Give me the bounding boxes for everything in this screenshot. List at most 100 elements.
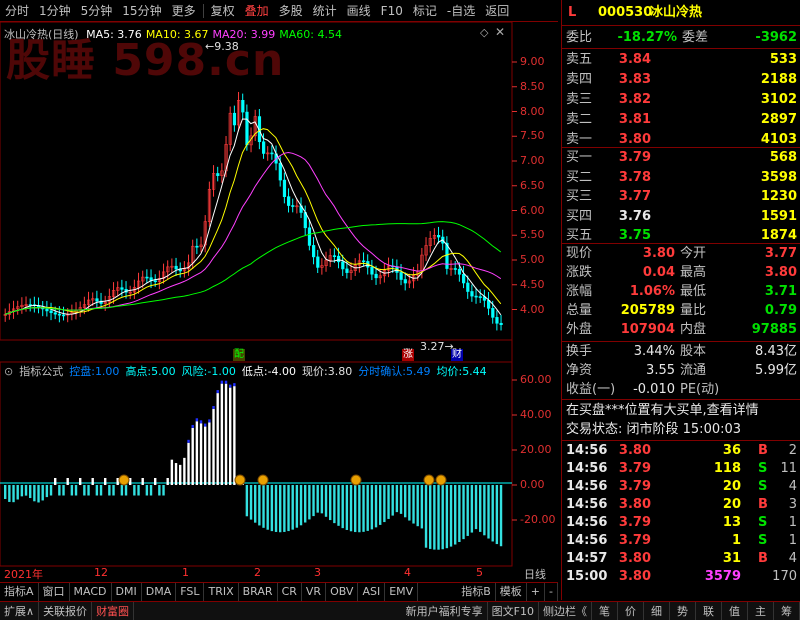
indicator-bar	[408, 485, 411, 521]
indicator-tab[interactable]: -	[545, 582, 558, 601]
toolbar-item[interactable]: F10	[376, 0, 408, 22]
indicator-bar	[266, 485, 269, 530]
tick-side: S	[758, 515, 768, 530]
status-right-item[interactable]: 值	[722, 601, 748, 620]
toolbar-item[interactable]: 分时	[0, 0, 34, 22]
quote-cell: -0.010	[633, 382, 675, 397]
toolbar-item[interactable]: 返回	[480, 0, 514, 22]
status-right-item[interactable]: 筹	[774, 601, 800, 620]
indicator-cap	[220, 380, 224, 384]
quote-cell: 8.43亿	[755, 344, 797, 359]
quote-cell: 3.80	[642, 246, 675, 261]
toolbar-item[interactable]: 统计	[308, 0, 342, 22]
status-right-item[interactable]: 联	[696, 601, 722, 620]
price-tick-label: 8.00	[520, 104, 545, 118]
indicator-tab[interactable]: FSL	[176, 582, 205, 601]
period-label[interactable]: 日线	[524, 566, 546, 582]
event-marker[interactable]: 财	[451, 349, 463, 361]
status-right-item[interactable]: 势	[670, 601, 696, 620]
quote-cell: 205789	[620, 303, 675, 318]
status-left-item[interactable]: 扩展∧	[0, 601, 40, 620]
status-right-item[interactable]: 笔	[592, 601, 618, 620]
quote-cell: 107904	[620, 322, 675, 337]
candle-body	[470, 291, 474, 297]
indicator-value: 分时确认:5.49	[358, 363, 430, 379]
indicator-tab[interactable]: TRIX	[204, 582, 239, 601]
indicator-tab[interactable]: 模板	[496, 582, 527, 601]
indicator-bar	[95, 485, 99, 496]
indicator-tab[interactable]: CR	[278, 582, 302, 601]
big-order-notice[interactable]: 在买盘***位置有大买单,查看详情	[566, 402, 759, 420]
date-label: 2021年	[4, 568, 43, 581]
indicator-bar	[70, 485, 74, 496]
indicator-bar	[91, 478, 94, 485]
toolbar-item[interactable]: 15分钟	[117, 0, 166, 22]
indicator-tab[interactable]: BRAR	[239, 582, 278, 601]
status-left-item[interactable]: 财富圈	[92, 601, 135, 620]
indicator-bar	[283, 485, 286, 532]
indicator-value-number: 5.49	[405, 365, 431, 378]
tick-count: 170	[772, 569, 797, 584]
indicator-tab[interactable]: EMV	[385, 582, 419, 601]
indicator-bar	[312, 485, 315, 517]
chart-options-icon[interactable]: ◇	[480, 26, 488, 39]
quote-cell: 流通	[680, 363, 707, 378]
indicator-tab[interactable]: ASI	[358, 582, 386, 601]
indicator-tab[interactable]: DMI	[112, 582, 142, 601]
indicator-menu-icon[interactable]: ⊙	[4, 365, 13, 378]
price-tick-label: 6.00	[520, 203, 545, 217]
toolbar-item[interactable]: 画线	[342, 0, 376, 22]
indicator-bar	[116, 478, 119, 485]
toolbar-item[interactable]: 5分钟	[76, 0, 118, 22]
toolbar-item[interactable]: 标记	[408, 0, 442, 22]
status-right-item[interactable]: 侧边栏《	[539, 601, 592, 620]
toolbar-item[interactable]: -自选	[442, 0, 480, 22]
candle-body	[362, 260, 366, 263]
indicator-tab[interactable]: MACD	[70, 582, 112, 601]
toolbar-item[interactable]: 1分钟	[34, 0, 76, 22]
toolbar-item[interactable]: 更多	[167, 0, 201, 22]
status-right-item[interactable]: 新用户福利专享	[402, 601, 488, 620]
status-right-item[interactable]: 价	[618, 601, 644, 620]
indicator-tab[interactable]: OBV	[326, 582, 359, 601]
quote-cell: 换手	[566, 344, 593, 359]
status-right-item[interactable]: 主	[748, 601, 774, 620]
status-left-item[interactable]: 关联报价	[39, 601, 93, 620]
event-marker[interactable]: 配	[233, 349, 245, 361]
quote-row: 买三 3.77 1230	[562, 188, 800, 206]
kline-chart[interactable]	[0, 22, 558, 582]
quote-row: 涨跌 0.04 最高 3.80	[562, 264, 800, 282]
candle-body	[145, 276, 149, 279]
indicator-tab[interactable]: +	[527, 582, 546, 601]
quote-row: 总量 205789 量比 0.79	[562, 302, 800, 320]
quote-cell: -18.27%	[617, 30, 677, 45]
candle-body	[437, 234, 441, 238]
indicator-tab[interactable]: 指标B	[457, 582, 496, 601]
indicator-tab[interactable]: DMA	[142, 582, 177, 601]
indicator-value-label: 均价:	[436, 365, 463, 378]
indicator-bar	[383, 485, 386, 523]
quote-cell: 买四	[566, 208, 593, 224]
indicator-tab[interactable]: 指标A	[0, 582, 39, 601]
indicator-name[interactable]: 指标公式	[19, 363, 63, 379]
indicator-bar	[145, 485, 149, 496]
toolbar-item[interactable]: 多股	[274, 0, 308, 22]
candle-body	[478, 296, 482, 298]
indicator-bar	[324, 485, 328, 517]
status-right-item[interactable]: 细	[644, 601, 670, 620]
toolbar-item[interactable]: 叠加	[240, 0, 274, 22]
close-icon[interactable]: ✕	[495, 25, 505, 39]
candle-body	[232, 112, 237, 126]
candle-body	[374, 273, 378, 279]
event-marker[interactable]: 涨	[402, 349, 414, 361]
quote-cell: -3962	[755, 30, 797, 45]
indicator-tab[interactable]: VR	[302, 582, 327, 601]
toolbar-item[interactable]: 复权	[206, 0, 240, 22]
indicator-bar	[474, 485, 478, 530]
indicator-bar	[49, 485, 53, 496]
indicator-tab[interactable]: 窗口	[39, 582, 70, 601]
quote-cell: 最低	[680, 284, 707, 299]
tick-side: S	[758, 533, 768, 548]
tick-price: 3.80	[618, 569, 651, 584]
status-right-item[interactable]: 图文F10	[488, 601, 539, 620]
